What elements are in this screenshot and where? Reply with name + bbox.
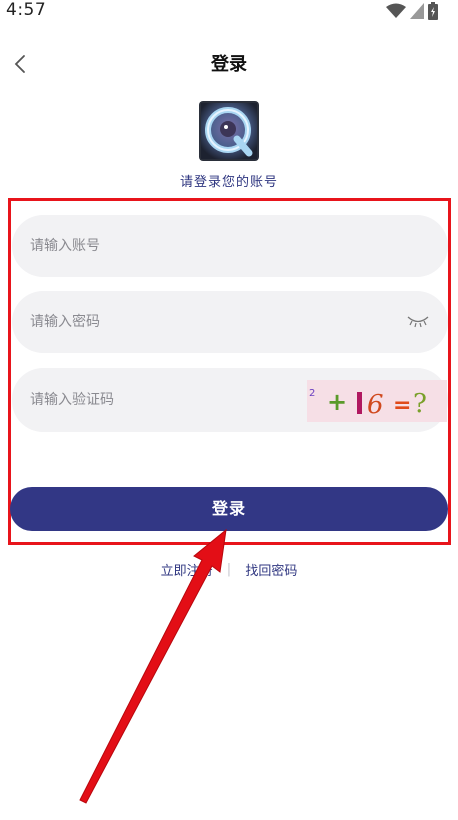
signal-icon xyxy=(410,3,424,19)
status-bar: 4:57 xyxy=(0,0,458,22)
wifi-icon xyxy=(386,3,406,18)
nav-bar: 登录 xyxy=(0,44,458,84)
forgot-password-link[interactable]: 找回密码 xyxy=(245,560,297,579)
svg-text:?: ? xyxy=(413,389,427,419)
login-subtitle: 请登录您的账号 xyxy=(179,175,278,190)
page-title: 登录 xyxy=(211,54,247,75)
eye-closed-icon xyxy=(407,316,429,328)
svg-text:+: + xyxy=(327,388,347,416)
login-button[interactable]: 登录 xyxy=(10,487,448,531)
battery-icon xyxy=(428,2,438,20)
svg-text:2: 2 xyxy=(309,388,315,399)
account-input[interactable] xyxy=(30,215,330,277)
register-link[interactable]: 立即注册 xyxy=(161,560,213,579)
captcha-image[interactable]: 2 + 6 = ? xyxy=(307,380,447,422)
captcha-input[interactable] xyxy=(30,368,330,432)
svg-text:=: = xyxy=(393,393,411,418)
svg-text:6: 6 xyxy=(367,390,384,420)
link-divider: | xyxy=(226,562,232,577)
app-logo xyxy=(199,101,259,161)
toggle-password-visibility-button[interactable] xyxy=(406,313,430,329)
password-input[interactable] xyxy=(30,291,330,353)
account-field[interactable] xyxy=(12,215,448,277)
password-field[interactable] xyxy=(12,291,448,353)
status-time: 4:57 xyxy=(6,0,47,20)
bottom-links: 立即注册 | 找回密码 xyxy=(0,560,458,579)
